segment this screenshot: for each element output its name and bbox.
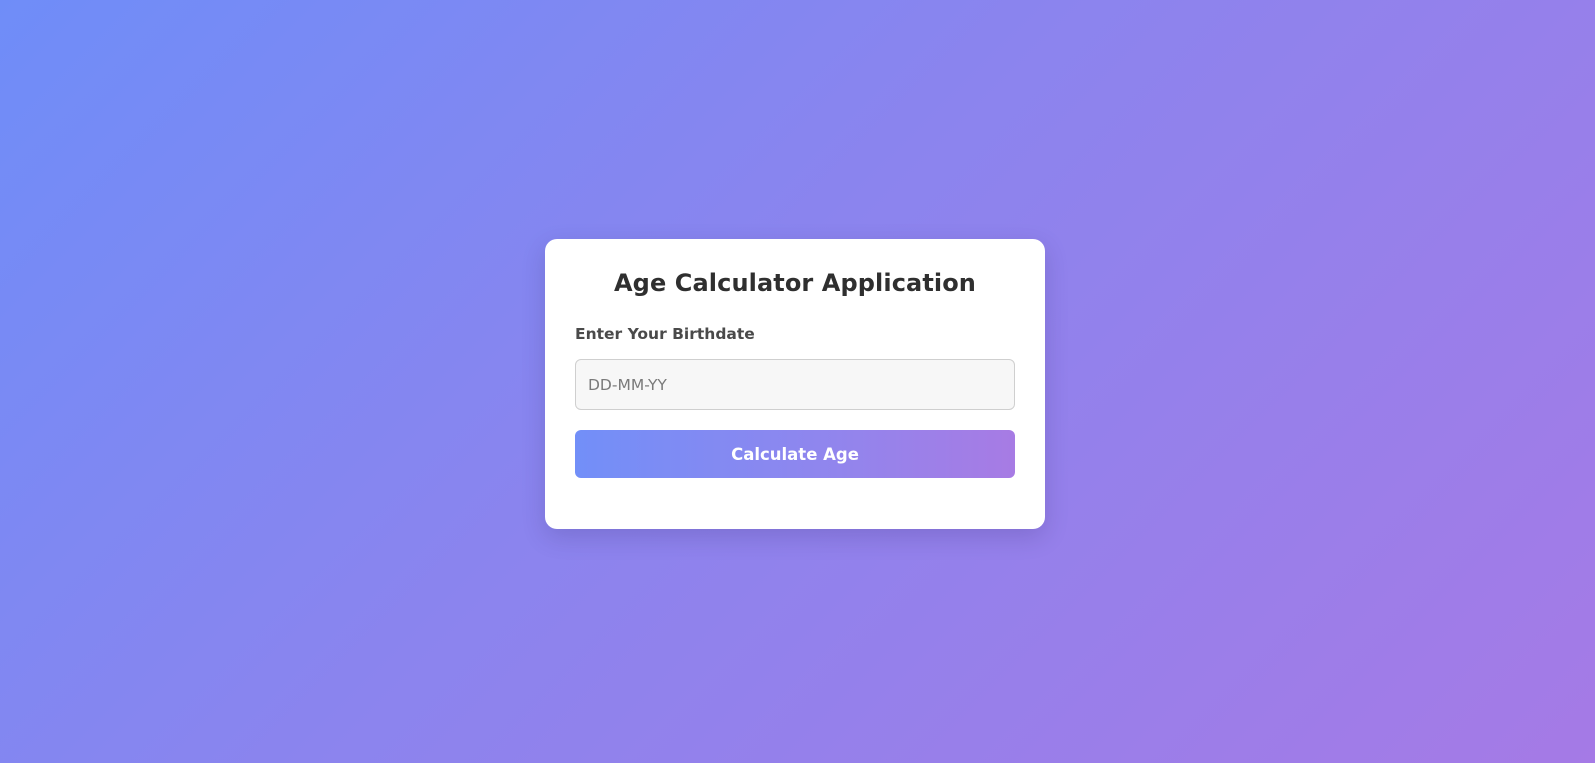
page-title: Age Calculator Application bbox=[614, 269, 976, 297]
birthdate-label: Enter Your Birthdate bbox=[575, 325, 755, 343]
birthdate-input[interactable] bbox=[575, 359, 1015, 410]
age-calculator-card: Age Calculator Application Enter Your Bi… bbox=[545, 239, 1045, 529]
calculate-age-button[interactable]: Calculate Age bbox=[575, 430, 1015, 478]
